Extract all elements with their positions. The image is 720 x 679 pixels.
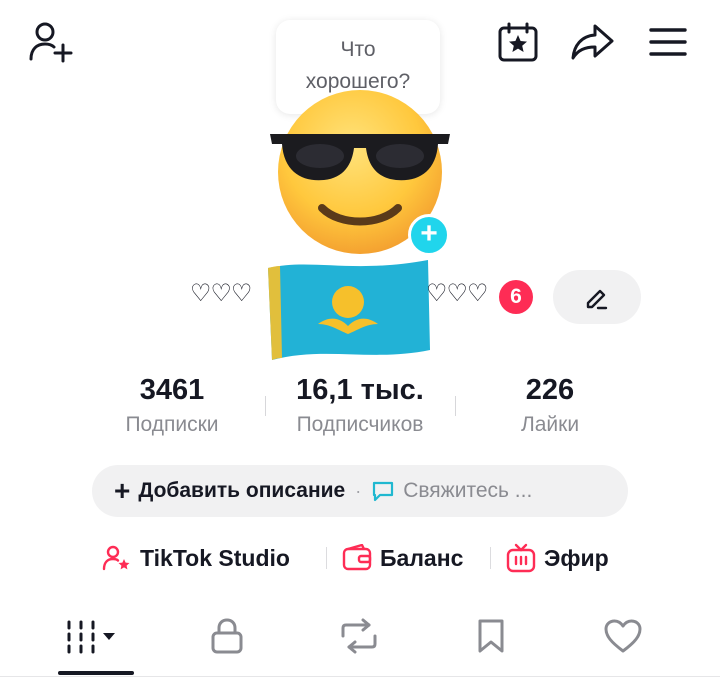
active-tab-indicator bbox=[58, 671, 134, 675]
tv-live-icon bbox=[506, 543, 536, 573]
likes-count: 226 bbox=[525, 374, 575, 406]
videos-grid-icon bbox=[67, 620, 115, 654]
bookmark-icon bbox=[478, 619, 504, 653]
calendar-star-icon bbox=[498, 22, 538, 62]
menu-button[interactable] bbox=[644, 18, 692, 66]
tabs-divider bbox=[0, 676, 720, 677]
following-stat[interactable]: 3461 Подписки bbox=[102, 372, 242, 440]
live-link[interactable]: Эфир bbox=[506, 540, 609, 576]
edit-profile-button[interactable] bbox=[553, 270, 641, 324]
link-divider bbox=[490, 547, 491, 569]
tab-reposts[interactable] bbox=[324, 610, 394, 662]
tiktok-studio-link[interactable]: TikTok Studio bbox=[102, 540, 290, 576]
add-friend-button[interactable] bbox=[24, 18, 76, 66]
following-count: 3461 bbox=[139, 374, 205, 406]
add-description-label: Добавить описание bbox=[138, 479, 346, 502]
tab-videos[interactable] bbox=[58, 610, 128, 662]
balance-label: Баланс bbox=[380, 544, 464, 571]
repost-icon bbox=[341, 618, 377, 654]
chat-bubble-icon bbox=[373, 481, 394, 502]
stat-divider bbox=[455, 396, 456, 416]
tiktok-studio-label: TikTok Studio bbox=[140, 544, 290, 571]
lock-icon bbox=[211, 618, 243, 654]
share-arrow-icon bbox=[571, 24, 614, 60]
status-bubble-line1: Что bbox=[340, 38, 376, 61]
likes-stat[interactable]: 226 Лайки bbox=[480, 372, 620, 440]
add-avatar-button[interactable]: + bbox=[408, 214, 450, 256]
live-label: Эфир bbox=[544, 544, 609, 571]
followers-label: Подписчиков bbox=[296, 413, 424, 436]
share-button[interactable] bbox=[566, 18, 618, 66]
followers-count: 16,1 тыс. bbox=[296, 374, 424, 406]
person-star-icon bbox=[102, 545, 130, 571]
likes-label: Лайки bbox=[520, 413, 580, 436]
wallet-icon bbox=[342, 544, 372, 571]
hamburger-menu-icon bbox=[649, 28, 687, 56]
following-label: Подписки bbox=[125, 413, 219, 436]
person-plus-icon bbox=[29, 22, 73, 63]
calendar-button[interactable] bbox=[494, 18, 542, 66]
description-separator: · bbox=[355, 480, 362, 501]
tab-saved[interactable] bbox=[456, 610, 526, 662]
tab-private[interactable] bbox=[192, 610, 262, 662]
link-divider bbox=[326, 547, 327, 569]
profile-name-right: ♡♡♡ bbox=[426, 279, 489, 307]
stat-divider bbox=[265, 396, 266, 416]
heart-icon bbox=[604, 619, 642, 653]
profile-name-left: ♡♡♡ bbox=[190, 279, 253, 307]
pencil-icon bbox=[586, 289, 608, 310]
contact-label: Свяжитесь ... bbox=[403, 479, 533, 502]
tab-liked[interactable] bbox=[588, 610, 658, 662]
balance-link[interactable]: Баланс bbox=[342, 540, 463, 576]
add-description-pill[interactable]: + Добавить описание · Свяжитесь ... bbox=[92, 465, 628, 517]
notification-badge: 6 bbox=[499, 280, 533, 314]
plus-icon: + bbox=[114, 475, 131, 506]
followers-stat[interactable]: 16,1 тыс. Подписчиков bbox=[272, 372, 448, 440]
kazakhstan-flag-icon bbox=[268, 260, 430, 360]
